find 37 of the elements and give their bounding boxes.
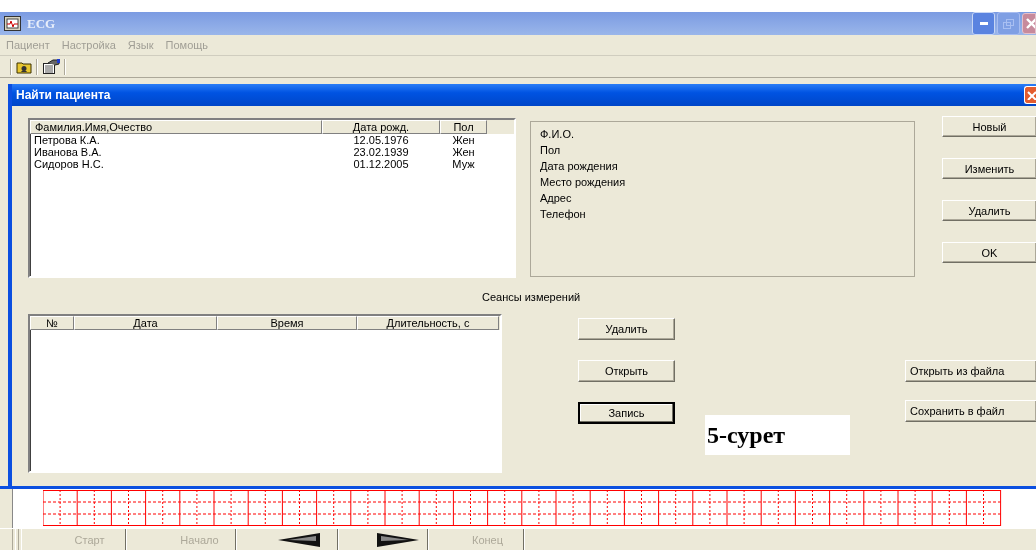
table-cell-text: Жен [451,134,476,146]
patient-list[interactable]: Фамилия.Имя,Очество Дата рожд. Пол Петрова К.А. 12.05.1976 Жен Иванова В.А. 23.02.1939 Жен Сидоров Н.С. 01.12.2005 Муж [28,118,516,278]
column-header[interactable]: Время [217,316,357,330]
file-action-button[interactable]: Сохранить в файл [905,400,1036,422]
detail-label: Телефон [540,208,587,221]
detail-label: Место рождения [540,176,627,189]
sessions-table[interactable]: № Дата Время Длительность, с [28,314,502,473]
column-header[interactable]: Дата [74,316,217,330]
table-cell-text: 01.12.2005 [352,158,410,170]
patient-action-button[interactable]: Изменить [942,158,1036,179]
detail-label: Дата рождения [540,160,619,173]
window-title: ECG [27,15,57,32]
table-cell-text: 23.02.1939 [352,146,410,158]
column-header[interactable]: № [30,316,74,330]
patient-action-button[interactable]: Новый [942,116,1036,137]
session-action-button[interactable]: Открыть [578,360,675,382]
detail-label: Ф.И.О. [540,128,575,141]
session-action-button[interactable]: Запись [578,402,675,424]
table-cell-text: Иванова В.А. [33,146,103,158]
table-cell-text: 12.05.1976 [352,134,410,146]
sessions-label: Сеансы измерений [481,290,582,301]
patient-action-button[interactable]: Удалить [942,200,1036,221]
table-cell-text: Жен [451,146,476,158]
session-action-button[interactable]: Удалить [578,318,675,340]
dialog-title: Найти пациента [16,88,112,102]
figure-caption: 5-сурет [706,422,786,448]
detail-label: Адрес [540,192,573,205]
column-header[interactable]: Фамилия.Имя,Очество [30,120,322,134]
column-header[interactable]: Пол [440,120,487,134]
column-header[interactable]: Длительность, с [357,316,499,330]
patient-action-button[interactable]: OK [942,242,1036,263]
table-cell-text: Муж [451,158,476,170]
column-header[interactable]: Дата рожд. [322,120,440,134]
detail-label: Пол [540,144,562,157]
table-cell-text: Сидоров Н.С. [33,158,105,170]
table-cell-text: Петрова К.А. [33,134,101,146]
file-action-button[interactable]: Открыть из файла [905,360,1036,382]
